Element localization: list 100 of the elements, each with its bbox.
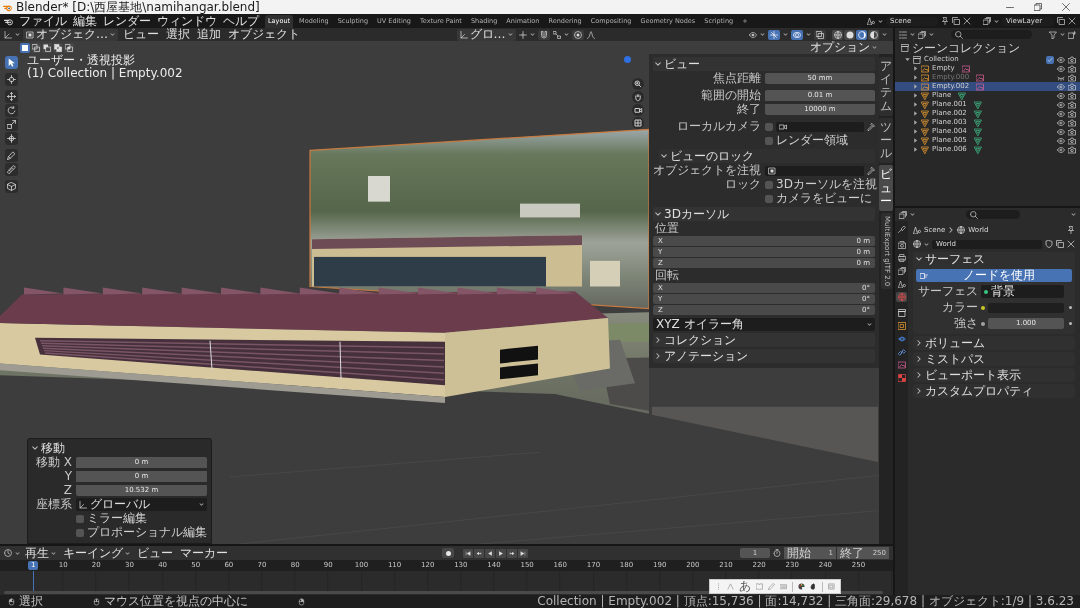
tool-button[interactable] xyxy=(4,73,18,86)
select-mode-button[interactable] xyxy=(20,42,30,53)
checkbox[interactable] xyxy=(765,194,773,203)
falloff-curve-icon[interactable] xyxy=(586,30,595,39)
skip-start-icon[interactable] xyxy=(463,548,473,558)
pin-icon[interactable] xyxy=(1067,226,1075,234)
grip-icon[interactable] xyxy=(715,583,722,590)
sidebar-tab[interactable]: ツール xyxy=(879,117,893,164)
hand-icon[interactable] xyxy=(632,91,644,103)
decorator-dot-icon[interactable] xyxy=(1069,306,1072,309)
panel-header[interactable]: ミストパス xyxy=(913,352,1075,366)
image-icon[interactable] xyxy=(976,73,985,82)
menu-item[interactable]: ビュー xyxy=(123,28,159,41)
duplicate-icon[interactable] xyxy=(1057,17,1065,25)
grid-icon[interactable] xyxy=(632,117,644,129)
camera-icon[interactable] xyxy=(1068,73,1076,82)
stopwatch-icon[interactable] xyxy=(773,549,781,557)
globe-icon[interactable] xyxy=(913,240,921,248)
panel-header[interactable]: アノテーション xyxy=(653,349,875,363)
select-mode-button[interactable] xyxy=(31,42,41,53)
eye-icon[interactable] xyxy=(1057,55,1065,64)
panel-header[interactable]: ビュー xyxy=(653,57,875,71)
eyedropper-icon[interactable] xyxy=(867,122,875,131)
sidebar-tab[interactable]: アイテム xyxy=(879,57,893,116)
tool-button[interactable] xyxy=(4,90,18,103)
tool-button[interactable] xyxy=(4,180,18,193)
tool-button[interactable] xyxy=(4,118,18,131)
search-field[interactable] xyxy=(951,30,1032,39)
orientation-dropdown[interactable]: グローバル xyxy=(76,498,207,511)
menu-item[interactable]: 再生 xyxy=(25,546,56,560)
duplicate-icon[interactable] xyxy=(952,17,960,25)
mode-dropdown[interactable]: オブジェク… xyxy=(23,28,118,41)
orientation-dropdown[interactable]: グロ… xyxy=(456,28,516,41)
menu-item[interactable]: オブジェクト xyxy=(228,28,300,41)
image-stack-icon[interactable] xyxy=(899,210,907,219)
properties-tab[interactable] xyxy=(896,224,907,234)
select-mode-button[interactable] xyxy=(64,42,74,53)
panel-header[interactable]: 3Dカーソル xyxy=(653,207,875,221)
triangle-icon[interactable] xyxy=(973,145,982,154)
diamond-right-icon[interactable] xyxy=(507,548,517,558)
decorator-dot-icon[interactable] xyxy=(1069,322,1072,325)
panel-header[interactable]: コレクション xyxy=(653,333,875,347)
camera-icon[interactable] xyxy=(1068,109,1076,118)
surface-shader-field[interactable]: 背景 xyxy=(981,285,1064,298)
menu-item[interactable]: レンダー xyxy=(103,14,151,28)
camera-picker-field[interactable] xyxy=(776,121,864,132)
checkbox[interactable] xyxy=(76,528,84,537)
tool-button[interactable] xyxy=(4,163,18,176)
panel-header[interactable]: 移動 xyxy=(32,441,207,455)
triangle-down-icon[interactable] xyxy=(905,57,910,62)
image-stack-icon[interactable] xyxy=(918,30,926,39)
image-stack-icon[interactable] xyxy=(983,17,991,25)
list-icon[interactable] xyxy=(899,30,907,39)
eye-icon[interactable] xyxy=(1057,145,1065,154)
skip-end-icon[interactable] xyxy=(518,548,528,558)
tool-button[interactable] xyxy=(4,104,18,117)
search-field[interactable] xyxy=(966,210,1020,219)
input-mode-button[interactable]: あ xyxy=(739,580,751,593)
minimize-icon[interactable] xyxy=(1006,6,1014,8)
triangle-icon[interactable] xyxy=(973,127,982,136)
axis-dot-icon[interactable] xyxy=(623,56,631,63)
image-icon[interactable] xyxy=(961,64,970,73)
properties-tab[interactable] xyxy=(896,240,907,250)
camera-icon[interactable] xyxy=(1068,100,1076,109)
camera-icon[interactable] xyxy=(1068,127,1076,136)
triangle-icon[interactable] xyxy=(973,109,982,118)
caret-icon[interactable] xyxy=(1071,213,1076,216)
shading-mode-button[interactable] xyxy=(832,29,843,40)
snap-target-icon[interactable] xyxy=(552,30,561,39)
camera-icon[interactable] xyxy=(1068,118,1076,127)
camera-icon[interactable] xyxy=(632,104,644,116)
rotation-mode-dropdown[interactable]: XYZ オイラー角 xyxy=(653,318,875,331)
checkbox[interactable] xyxy=(76,514,84,523)
tool-button[interactable] xyxy=(4,56,18,69)
triangle-icon[interactable] xyxy=(958,91,967,100)
panel-header[interactable]: カスタムプロパティ xyxy=(913,384,1075,398)
menu-item[interactable]: ウィンドウ xyxy=(157,14,217,28)
zoom-icon[interactable] xyxy=(632,78,644,90)
app-logo-icon[interactable] xyxy=(4,16,13,26)
checkbox[interactable] xyxy=(1046,55,1054,64)
properties-tab[interactable] xyxy=(896,266,907,276)
panel-header[interactable]: ビューポート表示 xyxy=(913,368,1075,382)
box-plus-icon[interactable] xyxy=(1068,30,1076,39)
select-mode-button[interactable] xyxy=(53,42,63,53)
axes-icon[interactable] xyxy=(4,30,12,39)
use-nodes-button[interactable]: ノードを使用 xyxy=(916,269,1072,282)
menu-item[interactable]: マーカー xyxy=(180,546,228,560)
hand-icon[interactable] xyxy=(810,583,817,590)
tool-button[interactable] xyxy=(4,132,18,145)
3d-viewport[interactable] xyxy=(0,28,893,544)
outliner-row[interactable]: シーンコレクション xyxy=(895,41,1080,55)
checkbox[interactable] xyxy=(765,136,773,145)
menu-item[interactable]: ビュー xyxy=(137,546,173,560)
auto-keying-button[interactable] xyxy=(442,548,454,558)
pivot-icon[interactable] xyxy=(518,30,527,39)
xray-toggle[interactable] xyxy=(814,29,826,40)
menu-item[interactable]: キーイング xyxy=(63,546,130,560)
eye-icon[interactable] xyxy=(749,30,757,39)
snap-toggle[interactable] xyxy=(537,29,550,40)
gizmo-toggle[interactable] xyxy=(768,29,780,40)
